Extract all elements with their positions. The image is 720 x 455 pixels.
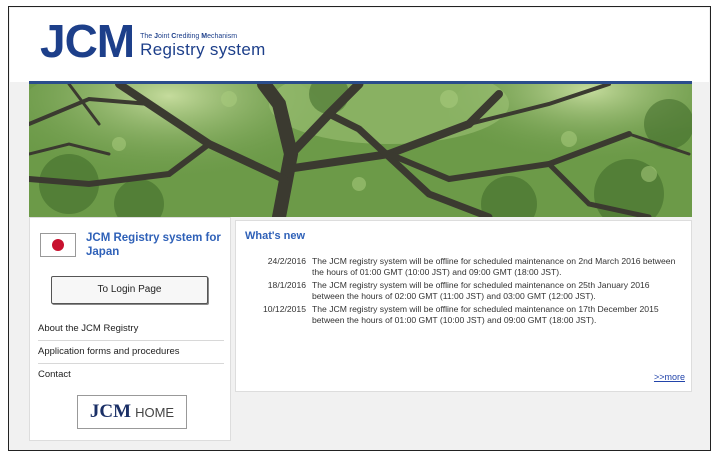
news-text: The JCM registry system will be offline … [312, 256, 676, 277]
logo-main-text: JCM [40, 15, 135, 67]
flag-disc [52, 239, 64, 251]
more-news-link[interactable]: >>more [654, 372, 685, 382]
whats-new-heading: What's new [245, 230, 306, 242]
login-page-button[interactable]: To Login Page [51, 276, 208, 304]
country-registry-title[interactable]: JCM Registry system for Japan [86, 231, 226, 259]
home-jcm-text: JCM [89, 401, 132, 422]
sidebar-nav: About the JCM Registry Application forms… [38, 318, 224, 386]
news-date: 18/1/2016 [267, 280, 306, 290]
news-list: 24/2/2016 The JCM registry system will b… [248, 256, 684, 328]
home-word-text: HOME [135, 405, 175, 420]
tree-banner-image [29, 84, 692, 217]
japan-flag-icon [40, 233, 76, 257]
jcm-logo[interactable]: JCM The Joint Crediting Mechanism Regist… [40, 15, 266, 67]
news-text: The JCM registry system will be offline … [312, 280, 650, 301]
news-date: 10/12/2015 [262, 304, 306, 314]
header: JCM The Joint Crediting Mechanism Regist… [10, 8, 709, 82]
sidebar-item-contact[interactable]: Contact [38, 364, 224, 386]
sidebar-item-about[interactable]: About the JCM Registry [38, 318, 224, 341]
sidebar-item-application-forms[interactable]: Application forms and procedures [38, 341, 224, 364]
news-text: The JCM registry system will be offline … [312, 304, 659, 325]
page-frame: JCM The Joint Crediting Mechanism Regist… [8, 6, 711, 451]
news-item: 24/2/2016 The JCM registry system will b… [248, 256, 684, 277]
sidebar: JCM Registry system for Japan To Login P… [29, 217, 231, 441]
news-item: 18/1/2016 The JCM registry system will b… [248, 280, 684, 301]
logo-registry-text: Registry system [140, 40, 266, 59]
banner-illustration [29, 84, 692, 217]
jcm-home-button[interactable]: JCM HOME [77, 395, 187, 429]
news-item: 10/12/2015 The JCM registry system will … [248, 304, 684, 325]
whats-new-panel: What's new 24/2/2016 The JCM registry sy… [235, 220, 692, 392]
news-date: 24/2/2016 [267, 256, 306, 266]
logo-text-block: The Joint Crediting Mechanism Registry s… [140, 33, 265, 59]
